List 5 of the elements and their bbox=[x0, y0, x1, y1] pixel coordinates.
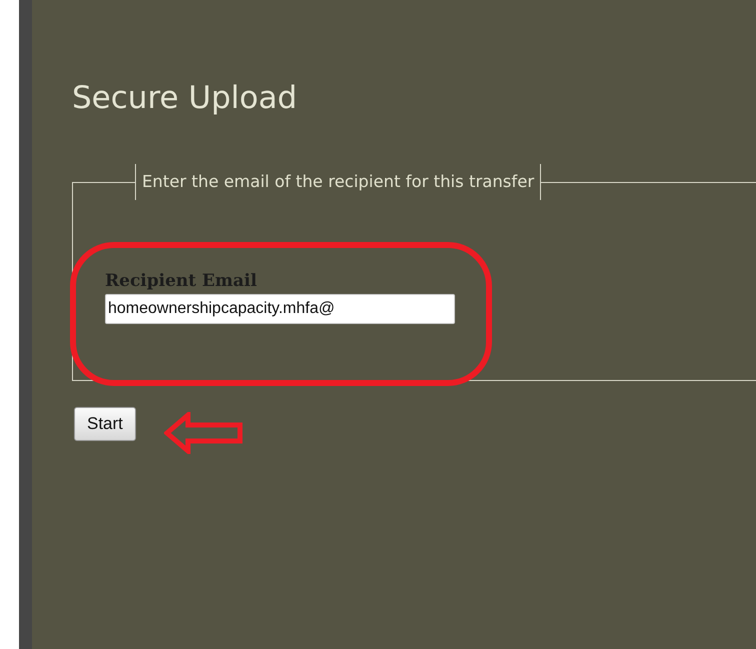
email-field[interactable]: homeownershipcapacity.mhfa@ bbox=[105, 294, 455, 324]
start-button[interactable]: Start bbox=[74, 407, 136, 441]
field-label: Recipient Email bbox=[105, 272, 258, 290]
group-legend: Enter the email of the recipient for this transfer bbox=[135, 164, 542, 200]
page-title: Secure Upload bbox=[72, 79, 298, 118]
